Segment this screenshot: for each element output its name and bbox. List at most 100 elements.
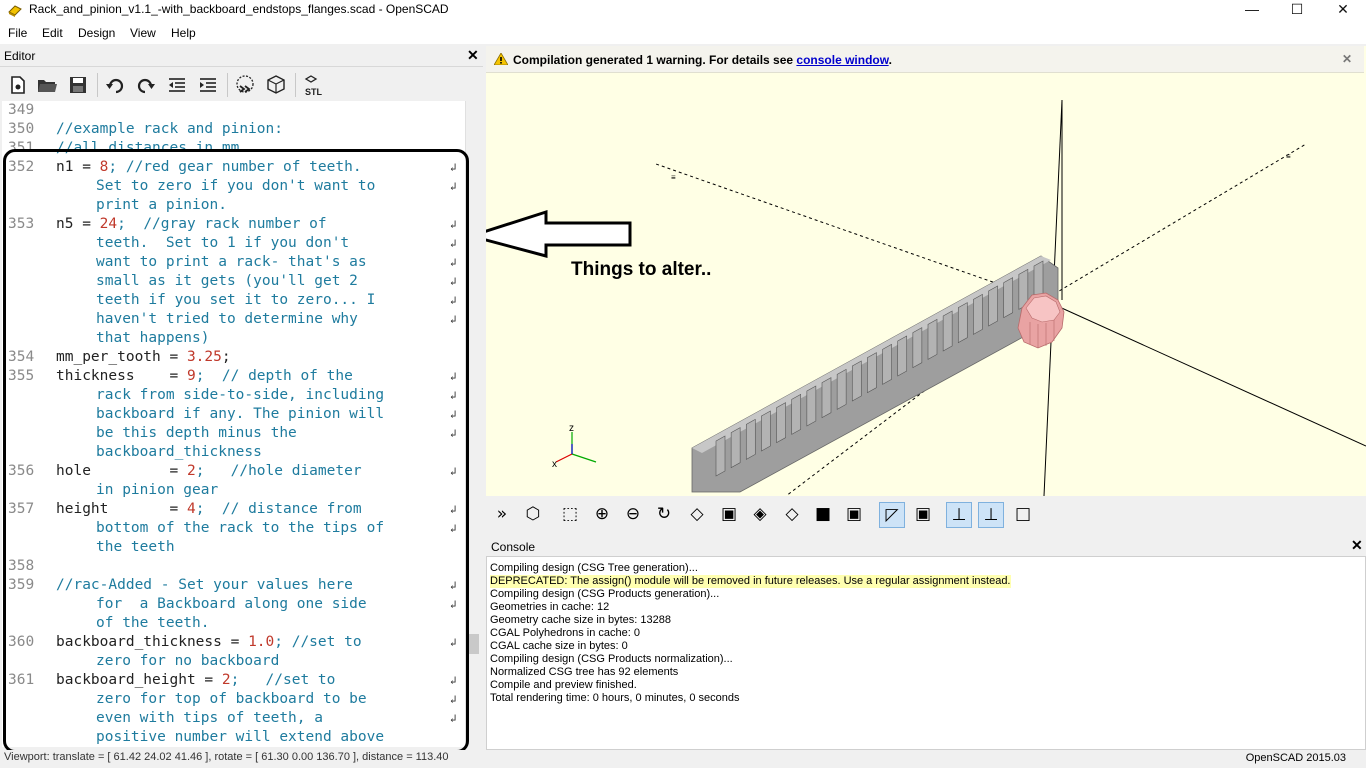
wrap-indicator-icon: ↲: [450, 256, 457, 269]
preview-icon[interactable]: »: [489, 502, 515, 528]
close-icon[interactable]: ✕: [467, 48, 479, 62]
code-line: 349: [2, 101, 465, 120]
editor-scrollbar-thumb[interactable]: [468, 634, 479, 654]
code-text: //rac-Added - Set your values here: [56, 577, 353, 593]
view-left-icon[interactable]: ◇: [779, 502, 805, 528]
menu-help[interactable]: Help: [171, 26, 196, 40]
code-line: for a Backboard along one side ↲: [2, 595, 465, 614]
code-line: 357 height = 4; // distance from ↲: [2, 500, 465, 519]
rack-tooth: [806, 385, 817, 427]
code-text: n1 = 8; //red gear number of teeth.: [56, 159, 362, 175]
wrap-indicator-icon: ↲: [450, 636, 457, 649]
menu-file[interactable]: File: [8, 26, 27, 40]
view-all-icon[interactable]: ⬚: [557, 502, 583, 528]
annotation-arrow: [486, 209, 632, 258]
openscad-app-icon: [8, 5, 22, 17]
code-line: 359 //rac-Added - Set your values here ↲: [2, 576, 465, 595]
toolbar-separator: [227, 73, 228, 97]
rack-tooth: [897, 335, 908, 377]
menu-edit[interactable]: Edit: [42, 26, 63, 40]
svg-text:x: x: [552, 459, 557, 470]
y-axis: [1043, 143, 1307, 301]
show-scale-markers-icon[interactable]: ⊥: [978, 502, 1004, 528]
rack-tooth: [927, 318, 938, 360]
code-text-wrapped: want to print a rack- that's as: [96, 254, 367, 270]
view-right-icon[interactable]: ◇: [684, 502, 710, 528]
indent-icon[interactable]: [197, 74, 219, 96]
console-line: Geometry cache size in bytes: 13288: [490, 614, 671, 626]
reset-view-icon[interactable]: ↻: [651, 502, 677, 528]
wrap-indicator-icon: ↲: [450, 408, 457, 421]
3d-viewport[interactable]: ≡ ≡ z x Things to alter..: [486, 46, 1366, 496]
zoom-in-icon[interactable]: ⊕: [589, 502, 615, 528]
maximize-icon[interactable]: ☐: [1274, 0, 1320, 22]
console-output[interactable]: Compiling design (CSG Tree generation)..…: [486, 556, 1366, 750]
console-window-link[interactable]: console window: [796, 53, 888, 67]
code-line: backboard_thickness: [2, 443, 465, 462]
rack-tooth: [867, 352, 877, 394]
open-file-icon[interactable]: [36, 74, 58, 96]
x-axis: [1043, 299, 1366, 447]
code-text-wrapped: bottom of the rack to the tips of: [96, 520, 385, 536]
wrap-indicator-icon: ↲: [450, 427, 457, 440]
x-axis-negative: [655, 163, 1045, 301]
rack-tooth: [745, 418, 756, 460]
view-front-icon[interactable]: ■: [810, 502, 836, 528]
code-line: 355 thickness = 9; // depth of the ↲: [2, 367, 465, 386]
line-number: 350: [8, 121, 35, 137]
close-icon[interactable]: ✕: [1351, 538, 1363, 552]
view-top-icon[interactable]: ▣: [716, 502, 742, 528]
code-text-wrapped: teeth. Set to 1 if you don't: [96, 235, 350, 251]
code-line: haven't tried to determine why ↲: [2, 310, 465, 329]
export-stl-icon[interactable]: STL: [303, 74, 327, 96]
toolbar-separator: [295, 73, 296, 97]
axes-gizmo: z x: [552, 423, 597, 470]
code-line: be this depth minus the ↲: [2, 424, 465, 443]
rack-tooth: [776, 402, 786, 444]
code-line: 360 backboard_thickness = 1.0; //set to ↲: [2, 633, 465, 652]
show-edges-icon[interactable]: □: [1010, 502, 1036, 528]
rack-tooth: [882, 343, 892, 385]
line-number: 356: [8, 463, 35, 479]
preview-icon[interactable]: [234, 74, 256, 96]
code-line: teeth. Set to 1 if you don't ↲: [2, 234, 465, 253]
wrap-indicator-icon: ↲: [450, 522, 457, 535]
line-number: 355: [8, 368, 35, 384]
code-line: zero for top of backboard to be ↲: [2, 690, 465, 709]
wrap-indicator-icon: ↲: [450, 313, 457, 326]
code-line: 354 mm_per_tooth = 3.25;: [2, 348, 465, 367]
code-line: want to print a rack- that's as ↲: [2, 253, 465, 272]
render-icon[interactable]: ⬡: [520, 502, 546, 528]
save-icon[interactable]: [67, 74, 89, 96]
line-number: 349: [8, 102, 35, 118]
rack-tooth: [988, 285, 998, 327]
perspective-icon[interactable]: ◸: [879, 502, 905, 528]
new-file-icon[interactable]: [6, 74, 28, 96]
svg-text:STL: STL: [305, 87, 323, 96]
code-text: //example rack and pinion:: [56, 121, 283, 137]
code-line: in pinion gear: [2, 481, 465, 500]
view-toolbar: » ⬡ ⬚ ⊕ ⊖ ↻ ◇ ▣ ◈ ◇ ■ ▣ ◸ ▣ ⊥ ⊥ □: [486, 497, 1366, 531]
render-icon[interactable]: [265, 74, 287, 96]
unindent-icon[interactable]: [166, 74, 188, 96]
menu-design[interactable]: Design: [78, 26, 115, 40]
view-back-icon[interactable]: ▣: [841, 502, 867, 528]
show-axes-icon[interactable]: ⊥: [946, 502, 972, 528]
undo-icon[interactable]: [104, 74, 126, 96]
menu-view[interactable]: View: [130, 26, 156, 40]
rack-tooth: [836, 368, 847, 410]
scale-marker: ≡: [1286, 152, 1291, 161]
close-icon[interactable]: ✕: [1320, 0, 1366, 22]
code-text-wrapped: the teeth: [96, 539, 175, 555]
code-line: positive number will extend above: [2, 728, 465, 747]
orthogonal-icon[interactable]: ▣: [910, 502, 936, 528]
code-line: 356 hole = 2; //hole diameter ↲: [2, 462, 465, 481]
zoom-out-icon[interactable]: ⊖: [620, 502, 646, 528]
view-bottom-icon[interactable]: ◈: [747, 502, 773, 528]
editor-scrollbar[interactable]: [465, 101, 481, 747]
redo-icon[interactable]: [135, 74, 157, 96]
close-icon[interactable]: ✕: [1342, 52, 1352, 66]
code-editor[interactable]: 349 350 //example rack and pinion: 351 //all…: [2, 101, 465, 747]
code-line: teeth if you set it to zero... I ↲: [2, 291, 465, 310]
minimize-icon[interactable]: —: [1229, 0, 1275, 22]
